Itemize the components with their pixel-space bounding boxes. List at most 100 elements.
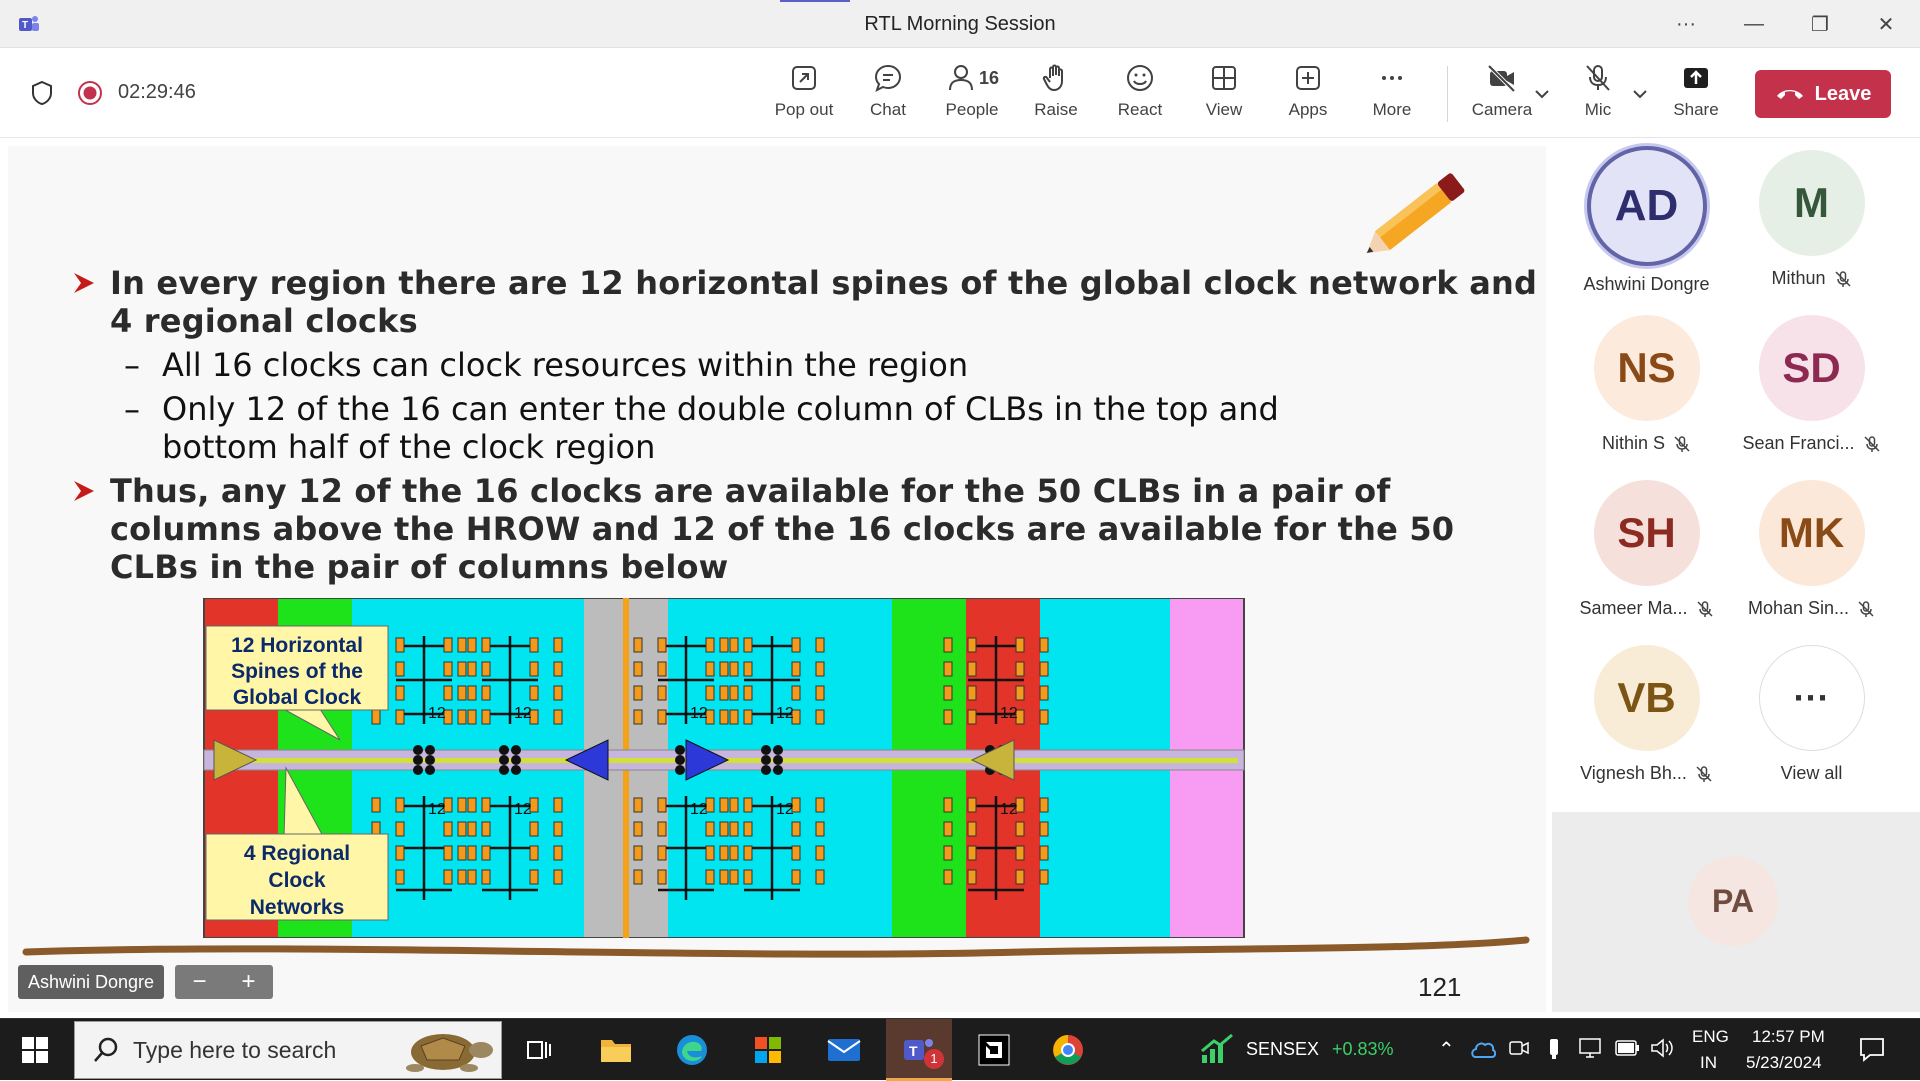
avatar: SD xyxy=(1758,315,1865,421)
clock-time[interactable]: 12:57 PM xyxy=(1752,1027,1825,1047)
amd-software-icon[interactable] xyxy=(968,1027,1020,1073)
more-options-icon[interactable]: ··· xyxy=(1664,8,1708,40)
zoom-in-button[interactable]: + xyxy=(241,968,255,996)
restore-button[interactable]: ❐ xyxy=(1798,8,1842,40)
mail-icon[interactable] xyxy=(818,1027,870,1073)
clb-block xyxy=(657,637,667,653)
clb-block xyxy=(967,869,977,885)
edge-browser-icon[interactable] xyxy=(666,1027,718,1073)
close-button[interactable]: ✕ xyxy=(1864,8,1908,40)
zoom-out-button[interactable]: − xyxy=(192,968,206,996)
participant-video-tile[interactable]: PA xyxy=(1552,812,1920,1012)
notification-center-icon[interactable] xyxy=(1858,1035,1886,1063)
people-label: People xyxy=(945,100,999,119)
clb-block xyxy=(481,709,491,725)
clb-block xyxy=(729,685,739,701)
participant-card[interactable]: SD Sean Franci... xyxy=(1729,315,1894,475)
participant-card[interactable]: NS Nithin S xyxy=(1564,315,1729,475)
language-code[interactable]: ENG xyxy=(1692,1027,1729,1047)
language-region[interactable]: IN xyxy=(1700,1053,1717,1073)
minimize-button[interactable]: — xyxy=(1732,8,1776,40)
file-explorer-icon[interactable] xyxy=(590,1027,642,1073)
leave-button[interactable]: Leave xyxy=(1755,70,1891,118)
camera-button[interactable]: Camera xyxy=(1462,62,1542,128)
callout-2-line-1: 4 Regional xyxy=(244,842,350,865)
camera-chevron-down-icon[interactable] xyxy=(1534,88,1550,100)
network-icon[interactable] xyxy=(1578,1037,1604,1059)
clb-block xyxy=(791,845,801,861)
stock-up-icon[interactable] xyxy=(1200,1033,1234,1065)
ellipsis-icon xyxy=(1382,76,1402,80)
share-button[interactable]: Share xyxy=(1656,62,1736,128)
smiley-icon xyxy=(1127,65,1153,91)
clb-block xyxy=(553,821,563,837)
view-button[interactable]: View xyxy=(1184,62,1264,128)
clb-block xyxy=(729,869,739,885)
battery-icon[interactable] xyxy=(1614,1039,1640,1057)
clock-date[interactable]: 5/23/2024 xyxy=(1746,1053,1822,1073)
windows-start-icon[interactable] xyxy=(22,1037,48,1063)
pencil-icon[interactable] xyxy=(1353,158,1483,268)
raise-hand-button[interactable]: Raise xyxy=(1016,62,1096,128)
avatar: NS xyxy=(1593,315,1700,421)
avatar: MK xyxy=(1758,480,1865,586)
task-view-icon[interactable] xyxy=(514,1027,566,1073)
taskbar-search-box[interactable]: Type here to search xyxy=(74,1021,502,1079)
mic-off-icon xyxy=(1674,435,1690,452)
clb-block xyxy=(457,797,467,813)
windows-taskbar: Type here to search T 1 SENSEX +0.83% ⌃ xyxy=(0,1018,1920,1081)
mic-button[interactable]: Mic xyxy=(1558,62,1638,128)
connection-dot xyxy=(761,765,771,775)
view-all-participants[interactable]: ··· View all xyxy=(1729,645,1894,805)
teams-taskbar-icon[interactable]: T 1 xyxy=(886,1019,952,1081)
chat-button[interactable]: Chat xyxy=(848,62,928,128)
meeting-timer: 02:29:46 xyxy=(118,81,196,103)
clb-block xyxy=(443,869,453,885)
clb-block xyxy=(705,685,715,701)
clb-block xyxy=(743,797,753,813)
clb-block xyxy=(553,637,563,653)
popout-button[interactable]: Pop out xyxy=(764,62,844,128)
participant-name-row: Sean Franci... xyxy=(1742,433,1880,454)
tree-label-12: 12 xyxy=(690,705,708,722)
people-button[interactable]: 16 People xyxy=(932,62,1012,128)
clb-block xyxy=(1015,821,1025,837)
shield-icon[interactable] xyxy=(30,80,54,106)
participant-name-row: Sameer Ma... xyxy=(1579,598,1713,619)
clb-block xyxy=(719,709,729,725)
participant-card[interactable]: MK Mohan Sin... xyxy=(1729,480,1894,640)
chevron-up-icon[interactable]: ⌃ xyxy=(1438,1037,1455,1062)
participant-card[interactable]: VB Vignesh Bh... xyxy=(1564,645,1729,805)
clb-block xyxy=(457,661,467,677)
participant-card[interactable]: AD Ashwini Dongre xyxy=(1564,150,1729,310)
participant-name: Vignesh Bh... xyxy=(1580,763,1687,783)
zoom-control: − + xyxy=(175,965,273,999)
clb-block xyxy=(395,869,405,885)
chrome-icon[interactable] xyxy=(1042,1027,1094,1073)
clb-block xyxy=(719,797,729,813)
react-button[interactable]: React xyxy=(1100,62,1180,128)
tree-label-12: 12 xyxy=(1000,801,1018,818)
clb-block xyxy=(529,869,539,885)
usb-device-icon[interactable] xyxy=(1546,1037,1562,1061)
apps-button[interactable]: Apps xyxy=(1268,62,1348,128)
participant-card[interactable]: M Mithun xyxy=(1729,150,1894,310)
more-button[interactable]: More xyxy=(1352,62,1432,128)
sub-bullet-1: All 16 clocks can clock resources within… xyxy=(162,346,969,384)
volume-icon[interactable] xyxy=(1650,1037,1674,1059)
clb-block xyxy=(395,709,405,725)
participant-card[interactable]: SH Sameer Ma... xyxy=(1564,480,1729,640)
onedrive-cloud-icon[interactable] xyxy=(1470,1039,1496,1059)
clb-block xyxy=(815,661,825,677)
mic-chevron-down-icon[interactable] xyxy=(1632,88,1648,100)
clock-region-diagram: 12 12 12 12 12 12 12 12 12 12 12 Horizontal Spine… xyxy=(203,598,1245,938)
shared-slide: In every region there are 12 horizontal … xyxy=(8,146,1546,1012)
participant-name: Sameer Ma... xyxy=(1579,598,1688,618)
leave-label: Leave xyxy=(1814,82,1872,105)
connection-dot xyxy=(413,755,423,765)
clb-block xyxy=(553,845,563,861)
meet-now-icon[interactable] xyxy=(1508,1037,1530,1059)
more-label: More xyxy=(1372,100,1412,119)
microsoft-store-icon[interactable] xyxy=(742,1027,794,1073)
sensex-change: +0.83% xyxy=(1332,1039,1394,1059)
